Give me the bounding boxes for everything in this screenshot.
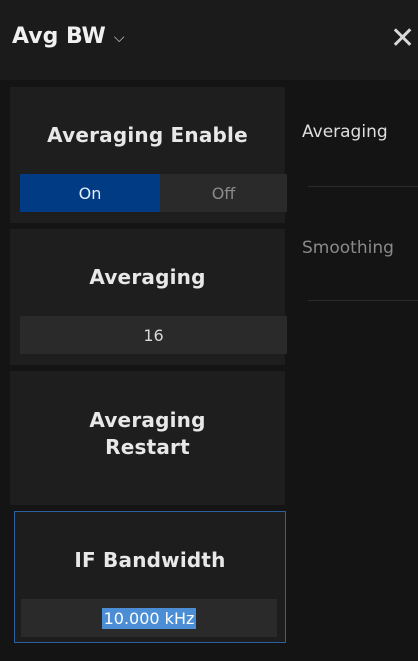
if-bandwidth-panel: IF Bandwidth 10.000 kHz — [14, 511, 286, 643]
if-bandwidth-field[interactable]: 10.000 kHz — [21, 599, 277, 637]
right-divider-1 — [308, 186, 418, 187]
averaging-off-label: Off — [211, 183, 236, 203]
chevron-down-icon: ⌵ — [113, 30, 125, 46]
averaging-restart-line2: Restart — [105, 435, 190, 459]
averaging-title: Averaging — [89, 265, 206, 289]
right-divider-2 — [308, 300, 418, 301]
panel-header: Avg BW ⌵ ✕ — [0, 0, 418, 80]
close-icon[interactable]: ✕ — [390, 22, 418, 56]
averaging-off-option[interactable]: Off — [160, 174, 287, 212]
averaging-restart-title: Averaging Restart — [10, 407, 285, 461]
averaging-enable-toggle[interactable]: On Off — [20, 174, 287, 212]
averaging-count-field[interactable]: 16 — [20, 316, 287, 354]
menu-title-dropdown[interactable]: Avg BW ⌵ — [12, 24, 124, 49]
averaging-panel: Averaging 16 — [10, 229, 287, 365]
right-smoothing-label[interactable]: Smoothing — [302, 238, 394, 258]
if-bandwidth-value: 10.000 kHz — [101, 607, 197, 629]
right-averaging-label[interactable]: Averaging — [302, 122, 388, 142]
averaging-on-label: On — [78, 183, 102, 203]
averaging-count-value: 16 — [143, 325, 164, 345]
menu-title: Avg BW — [12, 24, 106, 49]
averaging-on-option[interactable]: On — [20, 174, 160, 212]
averaging-restart-button[interactable]: Averaging Restart — [10, 371, 285, 505]
averaging-restart-line1: Averaging — [89, 408, 206, 432]
averaging-enable-title: Averaging Enable — [47, 123, 248, 147]
if-bandwidth-title: IF Bandwidth — [74, 548, 226, 572]
averaging-enable-panel: Averaging Enable On Off — [10, 87, 287, 223]
